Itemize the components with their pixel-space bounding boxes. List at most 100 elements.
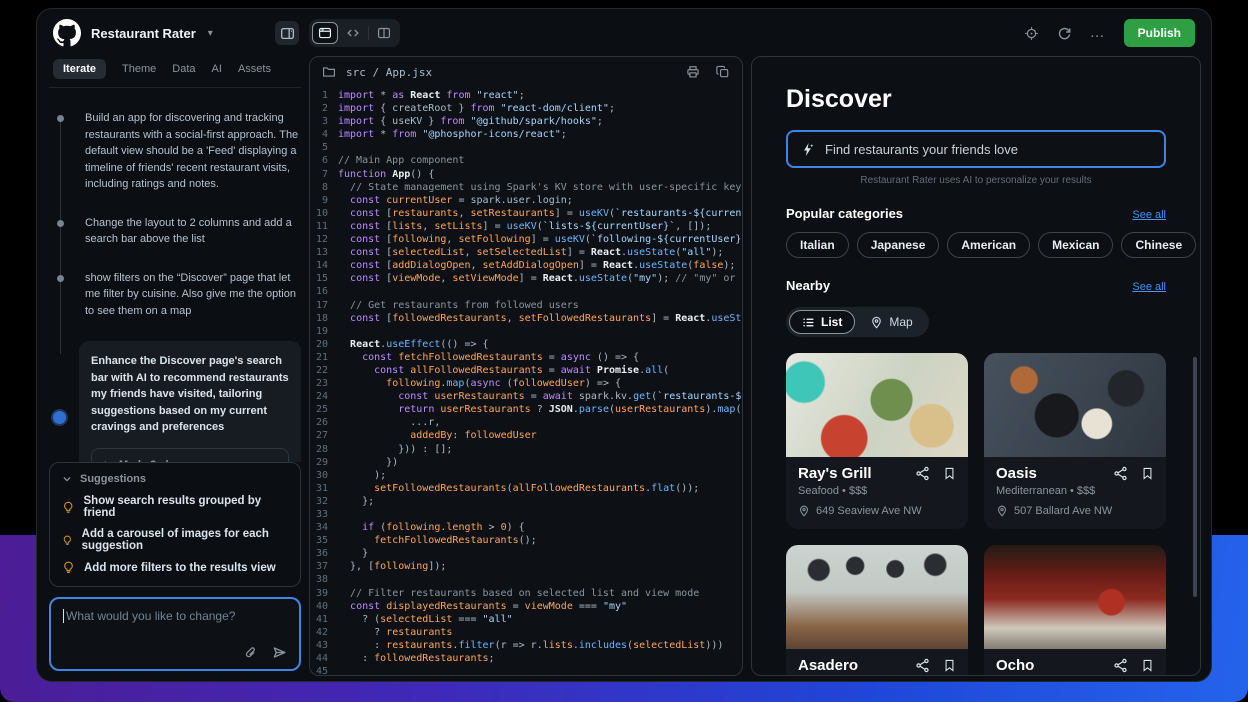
chevron-down-icon[interactable]: ▾ bbox=[208, 28, 213, 39]
more-options-button[interactable]: … bbox=[1090, 28, 1106, 38]
code-line[interactable]: 38 bbox=[310, 573, 742, 586]
bookmark-icon[interactable] bbox=[943, 467, 956, 480]
panel-tab[interactable]: Theme bbox=[122, 63, 156, 75]
prompt-composer[interactable]: What would you like to change? bbox=[49, 597, 301, 671]
bookmark-icon[interactable] bbox=[1141, 467, 1154, 480]
prompt-entry[interactable]: Build an app for discovering and trackin… bbox=[49, 110, 301, 193]
code-line[interactable]: 21 const fetchFollowedRestaurants = asyn… bbox=[310, 351, 742, 364]
code-line[interactable]: 41 ? (selectedList === "all" bbox=[310, 613, 742, 626]
restaurant-card[interactable]: Ray's Grill Seafood • $$$ 649 Seaview Av… bbox=[786, 353, 968, 529]
code-line[interactable]: 23 following.map(async (followedUser) =>… bbox=[310, 377, 742, 390]
code-line[interactable]: 8 // State management using Spark's KV s… bbox=[310, 181, 742, 194]
code-line[interactable]: 37 }, [following]); bbox=[310, 560, 742, 573]
code-line[interactable]: 36 } bbox=[310, 547, 742, 560]
code-line[interactable]: 4import * from "@phosphor-icons/react"; bbox=[310, 128, 742, 141]
code-line[interactable]: 14 const [addDialogOpen, setAddDialogOpe… bbox=[310, 259, 742, 272]
view-preview-button[interactable] bbox=[312, 22, 338, 44]
publish-button[interactable]: Publish bbox=[1124, 19, 1195, 47]
bookmark-icon[interactable] bbox=[1141, 659, 1154, 672]
category-chip[interactable]: Italian bbox=[786, 232, 849, 258]
see-all-link[interactable]: See all bbox=[1132, 209, 1166, 221]
code-line[interactable]: 26 ...r, bbox=[310, 416, 742, 429]
code-line[interactable]: 3import { useKV } from "@github/spark/ho… bbox=[310, 115, 742, 128]
toggle-sidebar-button[interactable] bbox=[275, 21, 299, 45]
category-chip[interactable]: American bbox=[947, 232, 1030, 258]
category-chip[interactable]: Chinese bbox=[1121, 232, 1196, 258]
code-line[interactable]: 24 const userRestaurants = await spark.k… bbox=[310, 390, 742, 403]
share-icon[interactable] bbox=[1113, 658, 1128, 673]
code-line[interactable]: 16 bbox=[310, 285, 742, 298]
panel-tab[interactable]: AI bbox=[212, 63, 222, 75]
copy-button[interactable] bbox=[716, 65, 730, 79]
search-input[interactable] bbox=[825, 142, 1152, 157]
code-line[interactable]: 31 setFollowedRestaurants(allFollowedRes… bbox=[310, 482, 742, 495]
code-line[interactable]: 1import * as React from "react"; bbox=[310, 89, 742, 102]
prompt-entry-active[interactable]: Enhance the Discover page's search bar w… bbox=[49, 341, 301, 462]
map-view-button[interactable]: Map bbox=[857, 310, 925, 334]
refresh-button[interactable] bbox=[1057, 26, 1072, 41]
code-line[interactable]: 15 const [viewMode, setViewMode] = React… bbox=[310, 272, 742, 285]
code-line[interactable]: 9 const currentUser = spark.user.login; bbox=[310, 194, 742, 207]
code-line[interactable]: 10 const [restaurants, setRestaurants] =… bbox=[310, 207, 742, 220]
category-chip[interactable]: Mexican bbox=[1038, 232, 1113, 258]
code-line[interactable]: 19 bbox=[310, 325, 742, 338]
view-code-button[interactable] bbox=[340, 22, 366, 44]
code-line[interactable]: 40 const displayedRestaurants = viewMode… bbox=[310, 600, 742, 613]
suggestion-item[interactable]: Add more filters to the results view bbox=[62, 561, 288, 574]
code-line[interactable]: 11 const [lists, setLists] = useKV(`list… bbox=[310, 220, 742, 233]
code-line[interactable]: 33 bbox=[310, 508, 742, 521]
panel-tab[interactable]: Assets bbox=[238, 63, 271, 75]
suggestion-item[interactable]: Add a carousel of images for each sugges… bbox=[62, 528, 288, 552]
print-button[interactable] bbox=[686, 65, 700, 79]
code-line[interactable]: 43 : restaurants.filter(r => r.lists.inc… bbox=[310, 639, 742, 652]
prompt-entry[interactable]: show filters on the “Discover” page that… bbox=[49, 270, 301, 320]
code-line[interactable]: 29 }) bbox=[310, 456, 742, 469]
share-icon[interactable] bbox=[915, 658, 930, 673]
code-line[interactable]: 5 bbox=[310, 141, 742, 154]
ai-search-box[interactable] bbox=[786, 130, 1166, 168]
code-line[interactable]: 17 // Get restaurants from followed user… bbox=[310, 299, 742, 312]
made-changes-button[interactable]: Made 2 changes bbox=[91, 448, 289, 463]
code-line[interactable]: 12 const [following, setFollowing] = use… bbox=[310, 233, 742, 246]
suggestion-item[interactable]: Show search results grouped by friend bbox=[62, 495, 288, 519]
code-line[interactable]: 6// Main App component bbox=[310, 154, 742, 167]
code-line[interactable]: 39 // Filter restaurants based on select… bbox=[310, 587, 742, 600]
preview-scrollbar[interactable] bbox=[1193, 357, 1197, 597]
attach-button[interactable] bbox=[244, 646, 258, 660]
app-brand[interactable]: Restaurant Rater ▾ bbox=[53, 19, 213, 47]
code-line[interactable]: 34 if (following.length > 0) { bbox=[310, 521, 742, 534]
category-chip[interactable]: Japanese bbox=[857, 232, 940, 258]
code-line[interactable]: 18 const [followedRestaurants, setFollow… bbox=[310, 312, 742, 325]
code-line[interactable]: 25 return userRestaurants ? JSON.parse(u… bbox=[310, 403, 742, 416]
view-split-button[interactable] bbox=[371, 22, 397, 44]
code-line[interactable]: 22 const allFollowedRestaurants = await … bbox=[310, 364, 742, 377]
share-icon[interactable] bbox=[1113, 466, 1128, 481]
code-line[interactable]: 35 fetchFollowedRestaurants(); bbox=[310, 534, 742, 547]
see-all-link[interactable]: See all bbox=[1132, 281, 1166, 293]
code-line[interactable]: 27 addedBy: followedUser bbox=[310, 429, 742, 442]
panel-tab[interactable]: Iterate bbox=[53, 59, 106, 79]
panel-tab[interactable]: Data bbox=[172, 63, 195, 75]
code-line[interactable]: 2import { createRoot } from "react-dom/c… bbox=[310, 102, 742, 115]
suggestions-header[interactable]: Suggestions bbox=[62, 473, 288, 485]
code-line[interactable]: 42 ? restaurants bbox=[310, 626, 742, 639]
restaurant-card[interactable]: Oasis Mediterranean • $$$ 507 Ballard Av… bbox=[984, 353, 1166, 529]
code-line[interactable]: 13 const [selectedList, setSelectedList]… bbox=[310, 246, 742, 259]
target-button[interactable] bbox=[1024, 26, 1039, 41]
send-button[interactable] bbox=[272, 645, 287, 660]
bookmark-icon[interactable] bbox=[943, 659, 956, 672]
code-line[interactable]: 32 }; bbox=[310, 495, 742, 508]
code-line[interactable]: 20 React.useEffect(() => { bbox=[310, 338, 742, 351]
code-lines[interactable]: 1import * as React from "react";2import … bbox=[310, 87, 742, 675]
restaurant-card[interactable]: Ocho bbox=[984, 545, 1166, 676]
code-line[interactable]: 30 ); bbox=[310, 469, 742, 482]
code-line[interactable]: 7function App() { bbox=[310, 168, 742, 181]
file-breadcrumb[interactable]: src / App.jsx bbox=[346, 66, 432, 79]
list-view-button[interactable]: List bbox=[789, 310, 855, 334]
prompt-entry[interactable]: Change the layout to 2 columns and add a… bbox=[49, 215, 301, 248]
share-icon[interactable] bbox=[915, 466, 930, 481]
restaurant-card[interactable]: Asadero bbox=[786, 545, 968, 676]
code-line[interactable]: 44 : followedRestaurants; bbox=[310, 652, 742, 665]
code-line[interactable]: 28 })) : []; bbox=[310, 443, 742, 456]
code-line[interactable]: 45 bbox=[310, 665, 742, 675]
